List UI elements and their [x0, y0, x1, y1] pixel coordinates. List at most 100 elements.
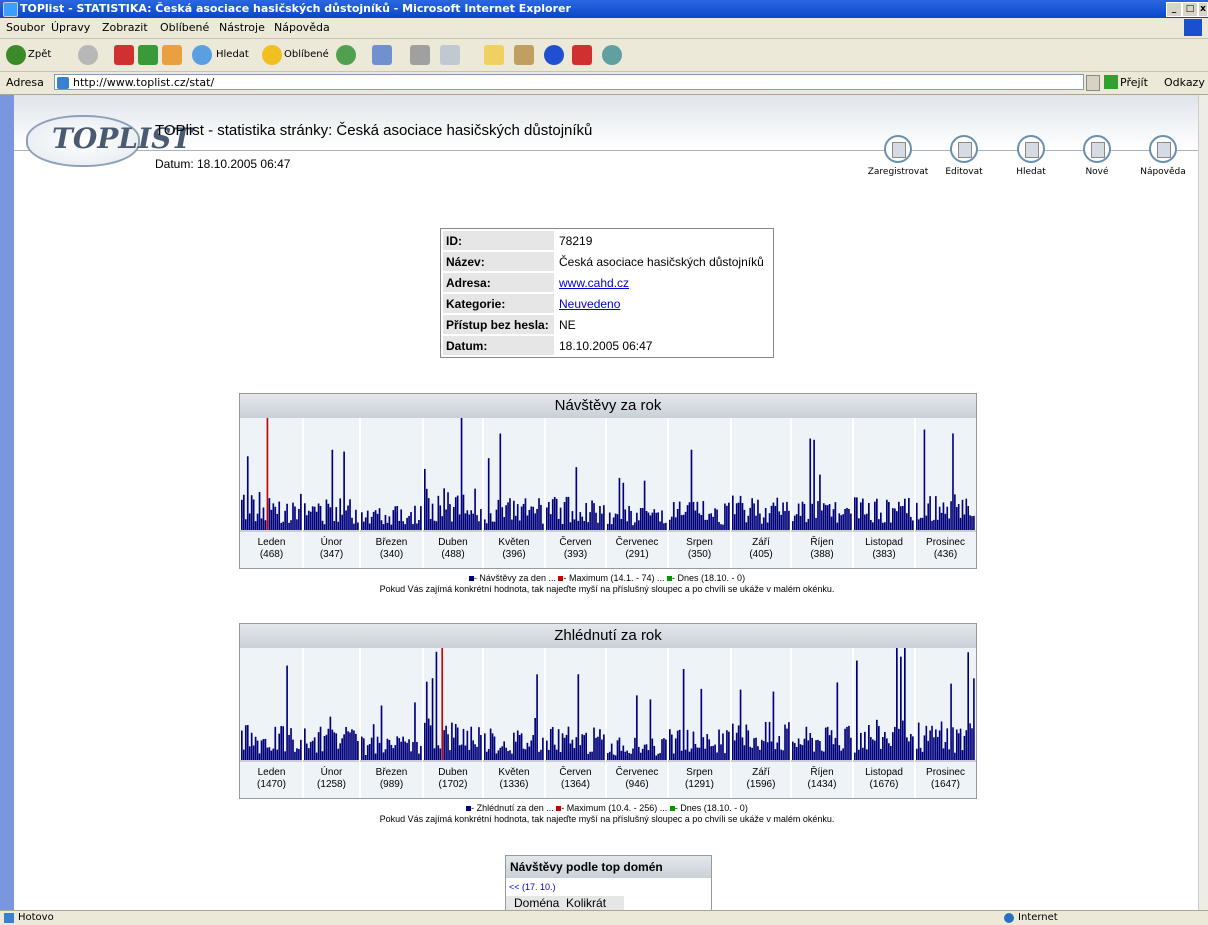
refresh-icon[interactable] — [138, 45, 158, 65]
day-bar[interactable] — [874, 501, 876, 530]
day-bar[interactable] — [327, 503, 330, 530]
day-bar[interactable] — [416, 741, 418, 760]
day-bar[interactable] — [468, 514, 471, 530]
search-button[interactable]: Hledat — [996, 135, 1066, 177]
day-bar[interactable] — [706, 734, 709, 760]
day-bar[interactable] — [361, 512, 363, 530]
day-bar[interactable] — [307, 748, 310, 760]
day-bar[interactable] — [286, 665, 288, 760]
day-bar[interactable] — [844, 508, 846, 530]
day-bar[interactable] — [501, 746, 504, 760]
day-bar[interactable] — [315, 511, 318, 530]
day-bar[interactable] — [762, 741, 765, 760]
day-bar[interactable] — [557, 729, 560, 760]
day-bar[interactable] — [708, 739, 711, 760]
edit-icon[interactable] — [440, 45, 460, 65]
day-bar[interactable] — [412, 742, 414, 760]
day-bar[interactable] — [661, 510, 663, 530]
day-bar[interactable] — [906, 737, 908, 760]
day-bar[interactable] — [290, 520, 292, 530]
day-bar[interactable] — [503, 741, 505, 760]
day-bar[interactable] — [573, 748, 576, 760]
day-bar[interactable] — [339, 498, 342, 530]
day-bar[interactable] — [505, 505, 507, 530]
day-bar[interactable] — [532, 506, 535, 530]
day-bar[interactable] — [522, 748, 525, 760]
day-bar[interactable] — [497, 750, 500, 760]
day-bar[interactable] — [846, 507, 848, 530]
day-bar[interactable] — [952, 727, 954, 760]
day-bar[interactable] — [815, 517, 817, 530]
day-bar[interactable] — [858, 749, 860, 760]
day-bar[interactable] — [637, 746, 640, 760]
day-bar[interactable] — [653, 509, 656, 530]
day-bar[interactable] — [782, 750, 784, 760]
day-bar[interactable] — [616, 514, 619, 530]
day-bar[interactable] — [406, 517, 408, 530]
day-bar[interactable] — [357, 741, 359, 760]
day-bar[interactable] — [435, 651, 438, 760]
day-bar[interactable] — [876, 498, 878, 530]
day-bar[interactable] — [900, 656, 902, 760]
day-bar[interactable] — [410, 512, 412, 530]
day-bar[interactable] — [325, 734, 328, 760]
day-bar[interactable] — [593, 503, 595, 530]
day-bar[interactable] — [822, 751, 825, 760]
day-bar[interactable] — [862, 747, 864, 760]
day-bar[interactable] — [872, 739, 874, 760]
day-bar[interactable] — [772, 502, 775, 530]
day-bar[interactable] — [368, 744, 371, 760]
day-bar[interactable] — [641, 508, 644, 530]
day-bar[interactable] — [250, 732, 253, 760]
day-bar[interactable] — [480, 735, 482, 760]
day-bar[interactable] — [665, 739, 667, 760]
day-bar[interactable] — [830, 730, 833, 760]
day-bar[interactable] — [819, 741, 821, 760]
day-bar[interactable] — [809, 438, 812, 530]
day-bar[interactable] — [458, 745, 461, 760]
day-bar[interactable] — [307, 510, 310, 530]
day-bar[interactable] — [844, 728, 846, 760]
day-bar[interactable] — [745, 522, 748, 530]
vertical-scrollbar[interactable] — [1198, 95, 1208, 910]
day-bar[interactable] — [732, 723, 734, 760]
day-bar[interactable] — [468, 749, 471, 760]
day-bar[interactable] — [396, 505, 399, 530]
day-bar[interactable] — [311, 740, 314, 760]
day-bar[interactable] — [696, 747, 699, 760]
day-bar[interactable] — [509, 498, 511, 530]
day-bar[interactable] — [280, 726, 283, 760]
day-bar[interactable] — [952, 433, 954, 530]
day-bar[interactable] — [466, 510, 469, 530]
day-bar[interactable] — [828, 504, 831, 530]
day-bar[interactable] — [747, 730, 750, 760]
day-bar[interactable] — [866, 749, 868, 760]
day-bar[interactable] — [462, 494, 465, 530]
day-bar[interactable] — [472, 740, 474, 760]
domains-prev-link[interactable]: << (17. 10.) — [506, 882, 711, 892]
day-bar[interactable] — [632, 525, 634, 530]
day-bar[interactable] — [618, 737, 621, 760]
day-bar[interactable] — [547, 749, 550, 760]
day-bar[interactable] — [933, 737, 935, 760]
day-bar[interactable] — [610, 743, 613, 760]
day-bar[interactable] — [741, 503, 744, 530]
day-bar[interactable] — [378, 742, 381, 760]
day-bar[interactable] — [270, 509, 273, 530]
day-bar[interactable] — [418, 753, 420, 760]
day-bar[interactable] — [538, 498, 540, 530]
day-bar[interactable] — [476, 746, 478, 760]
day-bar[interactable] — [408, 515, 410, 530]
day-bar[interactable] — [329, 507, 332, 530]
day-bar[interactable] — [917, 519, 920, 530]
day-bar[interactable] — [575, 737, 578, 760]
day-bar[interactable] — [892, 732, 894, 760]
day-bar[interactable] — [551, 499, 554, 530]
day-bar[interactable] — [394, 745, 397, 760]
day-bar[interactable] — [284, 510, 286, 530]
day-bar[interactable] — [607, 523, 609, 530]
day-bar[interactable] — [948, 749, 950, 760]
day-bar[interactable] — [963, 735, 966, 760]
day-bar[interactable] — [718, 729, 720, 760]
day-bar[interactable] — [929, 496, 931, 530]
